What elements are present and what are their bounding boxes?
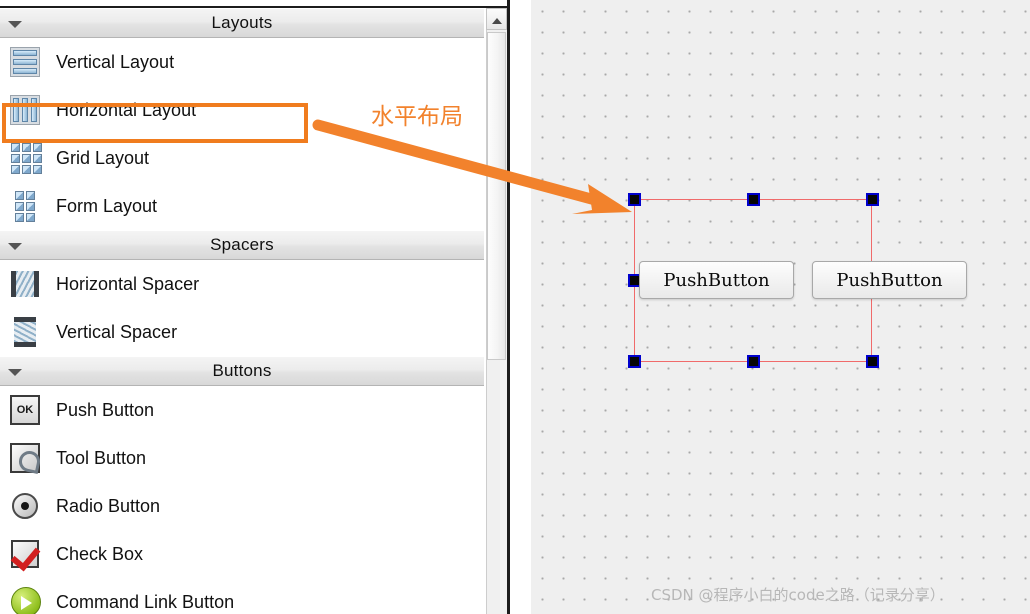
widget-item-label: Horizontal Spacer (56, 273, 200, 294)
form-design-canvas[interactable]: PushButton PushButton CSDN @程序小白的code之路（… (531, 0, 1030, 614)
annotation-label: 水平布局 (371, 104, 463, 130)
form-layout-icon (6, 187, 44, 225)
widget-item-command-link-button[interactable]: Command Link Button (0, 578, 484, 614)
caret-down-icon (8, 21, 22, 28)
widget-item-vertical-spacer[interactable]: Vertical Spacer (0, 308, 484, 356)
widget-item-push-button[interactable]: OK Push Button (0, 386, 484, 434)
selection-handle-top-center[interactable] (747, 193, 760, 206)
widget-item-label: Form Layout (56, 195, 158, 216)
widget-item-label: Vertical Layout (56, 51, 175, 72)
widget-item-label: Vertical Spacer (56, 321, 178, 342)
tool-button-icon (6, 439, 44, 477)
command-link-button-icon (6, 583, 44, 614)
selection-handle-bottom-right[interactable] (866, 355, 879, 368)
vertical-layout-icon (6, 43, 44, 81)
widget-item-check-box[interactable]: Check Box (0, 530, 484, 578)
scroll-up-arrow-icon[interactable] (486, 8, 507, 30)
caret-down-icon (8, 369, 22, 376)
push-button-icon: OK (6, 391, 44, 429)
section-title: Layouts (211, 13, 273, 32)
widget-item-label: Push Button (56, 399, 155, 420)
selection-handle-bottom-center[interactable] (747, 355, 760, 368)
widget-item-label: Radio Button (56, 495, 161, 516)
widget-item-label: Check Box (56, 543, 144, 564)
push-button-widget[interactable]: PushButton (812, 261, 967, 299)
section-title: Spacers (210, 235, 274, 254)
widget-item-tool-button[interactable]: Tool Button (0, 434, 484, 482)
grid-layout-icon (6, 139, 44, 177)
watermark-text: CSDN @程序小白的code之路（记录分享） (651, 586, 945, 604)
horizontal-spacer-icon (6, 265, 44, 303)
widget-item-horizontal-spacer[interactable]: Horizontal Spacer (0, 260, 484, 308)
selection-handle-bottom-left[interactable] (628, 355, 641, 368)
widget-item-label: Horizontal Layout (56, 99, 197, 120)
canvas-left-margin (510, 0, 531, 614)
widget-item-label: Grid Layout (56, 147, 150, 168)
section-title: Buttons (212, 361, 272, 380)
widget-item-grid-layout[interactable]: Grid Layout (0, 134, 484, 182)
widget-item-radio-button[interactable]: Radio Button (0, 482, 484, 530)
section-header-buttons[interactable]: Buttons (0, 356, 484, 386)
panel-scrollbar-thumb[interactable] (487, 32, 506, 360)
widget-item-label: Command Link Button (56, 591, 235, 612)
radio-button-icon (6, 487, 44, 525)
section-header-spacers[interactable]: Spacers (0, 230, 484, 260)
horizontal-layout-icon (6, 91, 44, 129)
selection-handle-top-right[interactable] (866, 193, 879, 206)
widget-item-form-layout[interactable]: Form Layout (0, 182, 484, 230)
section-header-layouts[interactable]: Layouts (0, 8, 484, 38)
widget-item-vertical-layout[interactable]: Vertical Layout (0, 38, 484, 86)
push-button-widget[interactable]: PushButton (639, 261, 794, 299)
widget-item-label: Tool Button (56, 447, 147, 468)
selection-handle-top-left[interactable] (628, 193, 641, 206)
panel-top-strip (0, 0, 510, 8)
check-box-icon (6, 535, 44, 573)
vertical-spacer-icon (6, 313, 44, 351)
caret-down-icon (8, 243, 22, 250)
